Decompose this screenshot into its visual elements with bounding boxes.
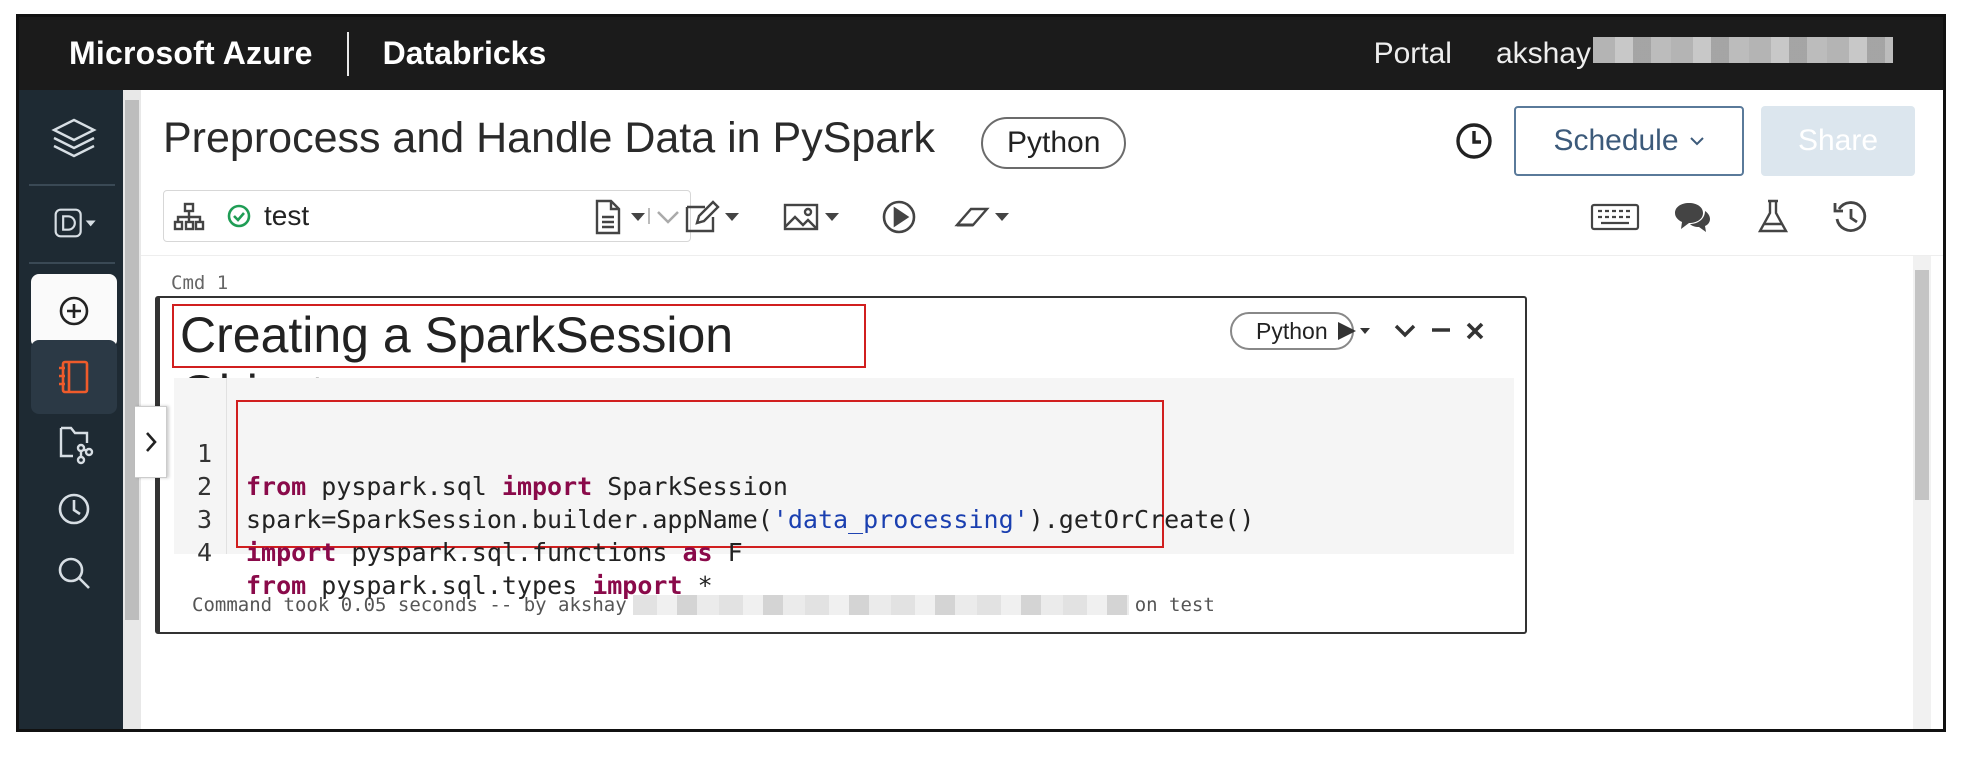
cluster-running-icon [227,204,251,228]
code-token: as [682,538,713,567]
code-token: 'data_processing' [772,505,1029,534]
repos-icon[interactable] [31,406,117,480]
notebook-language-badge[interactable]: Python [981,117,1127,169]
revision-button[interactable] [1831,194,1871,240]
code-token: F [712,538,743,567]
close-icon [1466,322,1484,340]
search-icon[interactable] [31,536,117,610]
create-icon[interactable] [31,274,117,348]
cluster-tree-icon [173,202,205,231]
user-menu[interactable]: akshay [1495,36,1893,71]
view-menu[interactable] [781,194,839,240]
share-button[interactable]: Share [1761,106,1915,176]
eraser-icon [954,207,990,227]
caret-down-icon [825,213,839,221]
notebook-scroll-thumb[interactable] [1915,270,1929,500]
caret-down-icon [631,213,645,221]
brand-name[interactable]: Microsoft Azure [19,35,313,72]
command-status-text: Command took 0.05 seconds -- by akshay [192,594,627,616]
comments-icon [1675,203,1710,232]
cluster-name: test [264,200,310,231]
chevron-right-icon [145,432,157,452]
command-label: Cmd 1 [171,272,229,294]
clear-menu[interactable] [951,194,1009,240]
layers-icon[interactable] [31,102,117,176]
expand-panel-button[interactable] [135,406,167,478]
command-status-cluster: on test [1134,594,1215,616]
chevron-down-icon [646,202,682,230]
top-right-links: Portal akshay [1374,36,1943,71]
sidebar-scroll-thumb[interactable] [125,100,139,620]
top-bar: Microsoft Azure Databricks Portal akshay [19,17,1943,90]
portal-link[interactable]: Portal [1374,37,1452,71]
comments-button[interactable] [1671,194,1711,240]
caret-down-icon [995,213,1009,221]
code-line: 4 from pyspark.sql.types import * [174,503,713,600]
notebook-title[interactable]: Preprocess and Handle Data in PySpark [163,114,935,163]
flask-icon [1757,199,1789,233]
run-all-button[interactable] [879,194,919,240]
command-status: Command took 0.05 seconds -- by akshay on… [192,594,1215,616]
sidebar [19,90,123,729]
delete-cell-button[interactable] [1460,314,1490,348]
keyboard-shortcuts-button[interactable] [1589,194,1641,240]
code-line: 3 import pyspark.sql.functions as F [174,470,743,567]
image-icon [783,203,819,231]
schedule-label: Schedule [1553,124,1679,157]
product-name[interactable]: Databricks [383,35,547,72]
notebook-icon[interactable] [31,340,117,414]
app-window: Microsoft Azure Databricks Portal akshay [16,14,1946,732]
code-token: import [501,472,593,501]
workspace-switcher-icon[interactable] [31,186,117,260]
notebook-cell[interactable]: Creating a SparkSession Object Python [155,296,1527,634]
experiment-button[interactable] [1753,194,1793,240]
edit-menu[interactable] [681,194,739,240]
notebook-main: Preprocess and Handle Data in PySpark Py… [135,90,1943,729]
play-icon [882,200,916,234]
edit-icon [685,200,720,233]
line-number: 4 [196,538,212,567]
collapse-cell-button[interactable] [1390,314,1420,348]
history-icon [1833,201,1867,232]
caret-down-icon [725,213,739,221]
file-icon [595,199,621,235]
code-token: ).getOrCreate() [1028,505,1255,534]
sidebar-divider [29,262,115,264]
brand-divider [346,31,349,76]
play-icon [1338,322,1370,340]
redacted-email [1593,36,1893,63]
chevron-down-icon [1394,324,1416,338]
cell-heading: Creating a SparkSession Object [172,304,866,421]
code-line: 2 spark=SparkSession.builder.appName('da… [174,437,1255,534]
notebook-content: Cmd 1 Creating a SparkSession Object Pyt… [135,255,1943,729]
keyboard-icon [1590,203,1640,231]
code-token: pyspark.sql.functions [336,538,683,567]
minimize-cell-button[interactable] [1426,314,1456,348]
schedule-button[interactable]: Schedule [1514,106,1744,176]
clock-icon[interactable] [31,472,117,546]
chevron-down-icon [1689,137,1704,146]
code-editor[interactable]: 1 from pyspark.sql import SparkSession 2… [174,378,1514,600]
code-token: SparkSession [592,472,788,501]
notebook-scrollbar[interactable] [1913,256,1931,729]
user-name: akshay [1495,36,1591,70]
revision-history-icon[interactable] [1451,118,1497,164]
minus-icon [1432,328,1450,332]
code-line: 1 from pyspark.sql import SparkSession [174,404,788,501]
file-menu[interactable] [587,194,645,240]
run-cell-button[interactable] [1334,314,1374,348]
redacted-email [632,595,1129,615]
